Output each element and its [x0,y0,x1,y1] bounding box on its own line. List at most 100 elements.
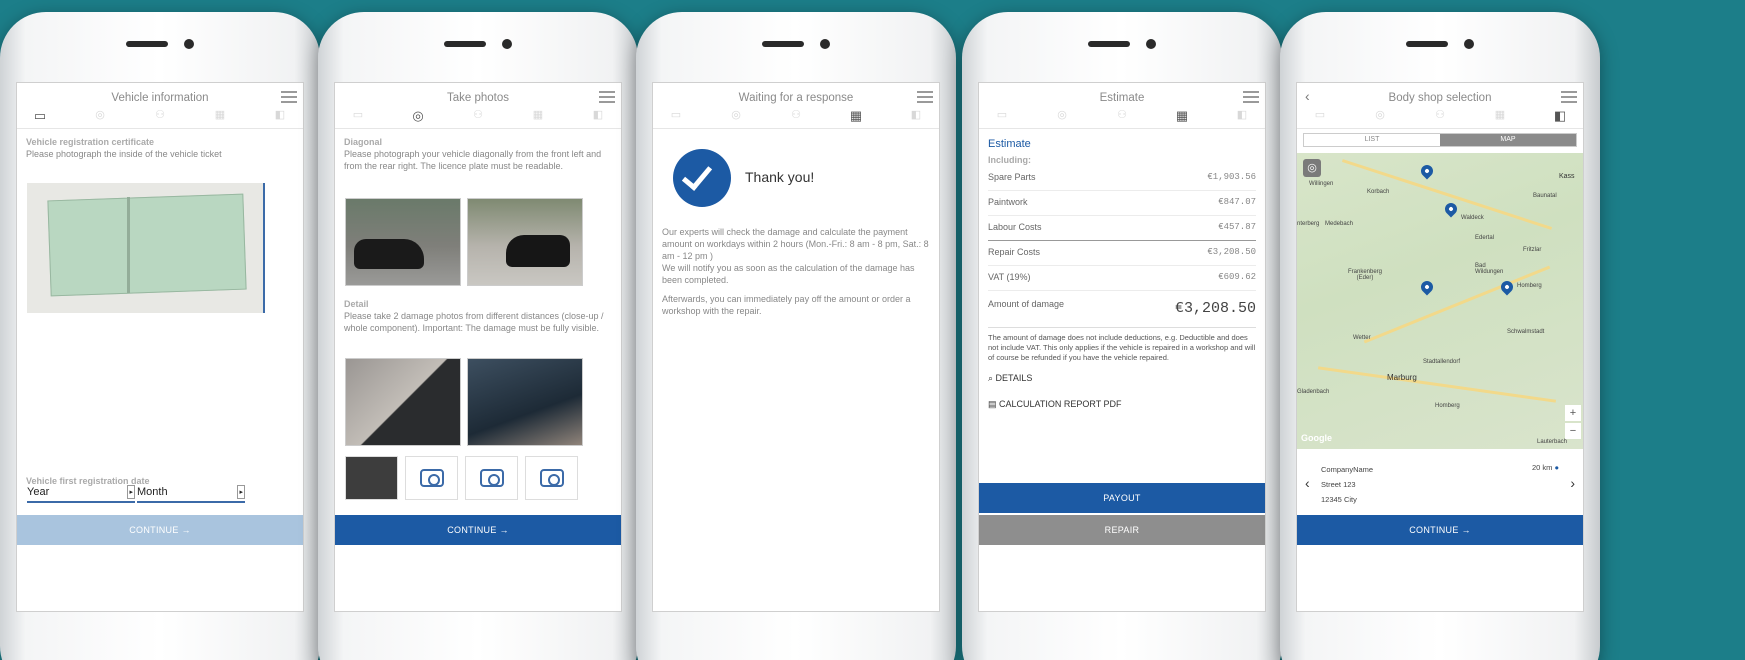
total-value: €3,208.50 [1174,299,1256,317]
diagonal-photo-rear[interactable] [467,198,583,286]
camera-step-icon[interactable]: ◎ [1367,108,1393,124]
menu-icon[interactable] [281,91,297,103]
add-photo-slot[interactable] [465,456,518,500]
company-name: CompanyName [1321,465,1374,474]
details-link[interactable]: ⌕ DETAILS [988,373,1256,385]
id-card-icon[interactable]: ▭ [1307,108,1333,124]
payout-button[interactable]: PAYOUT [979,483,1265,513]
user-step-icon[interactable]: ⚇ [1109,108,1135,124]
map-pin[interactable] [1418,162,1436,180]
estimate-row: Spare Parts €1,903.56 [988,166,1256,192]
step-indicator: ▭ ◎ ⚇ ▦ ◧ [1307,108,1573,124]
shop-step-icon[interactable]: ◧ [1547,108,1573,124]
calculator-step-icon[interactable]: ▦ [207,108,233,124]
camera-step-icon[interactable]: ◎ [405,108,431,124]
id-card-icon[interactable]: ▭ [27,108,53,124]
id-card-icon[interactable]: ▭ [989,108,1015,124]
map[interactable]: ◎ Willingen Korbach Kass Baunatal nterbe… [1297,153,1583,449]
total-label: Amount of damage [988,298,1065,309]
road [1317,366,1557,403]
registration-photo[interactable] [27,183,265,313]
phone-waiting: Waiting for a response ▭ ◎ ⚇ ▦ ◧ Thank you! … [636,12,956,660]
zoom-in-button[interactable]: + [1565,405,1581,421]
registration-document-image [47,193,247,297]
estimate-row-label: Spare Parts [988,172,1036,183]
continue-button[interactable]: CONTINUE → [17,515,303,545]
id-card-icon[interactable]: ▭ [345,108,371,124]
calculator-step-icon[interactable]: ▦ [1487,108,1513,124]
map-label: nterberg [1297,221,1320,227]
detail-photo-component[interactable] [467,358,583,446]
user-step-icon[interactable]: ⚇ [465,108,491,124]
tab-list[interactable]: LIST [1304,134,1440,146]
month-select[interactable]: Month ▸ [137,483,245,503]
calculator-step-icon[interactable]: ▦ [525,108,551,124]
repair-button[interactable]: REPAIR [979,515,1265,545]
front-camera [502,39,512,49]
user-step-icon[interactable]: ⚇ [147,108,173,124]
page-title: Estimate [1099,92,1145,104]
tab-map[interactable]: MAP [1440,134,1576,146]
continue-button[interactable]: CONTINUE → [1297,515,1583,545]
speaker [762,41,804,47]
phone-estimate: Estimate ▭ ◎ ⚇ ▦ ◧ Estimate Including: Spare… [962,12,1282,660]
previous-shop-arrow[interactable]: ‹ [1305,475,1310,491]
phone-body-shop: ‹ Body shop selection ▭ ◎ ⚇ ▦ ◧ LIST MAP ◎ W… [1280,12,1600,660]
add-photo-slot[interactable] [525,456,578,500]
header: ‹ Body shop selection ▭ ◎ ⚇ ▦ ◧ [1297,83,1583,129]
detail-photo-closeup[interactable] [345,358,461,446]
screen: Estimate ▭ ◎ ⚇ ▦ ◧ Estimate Including: Spare… [978,82,1266,612]
menu-icon[interactable] [1561,91,1577,103]
phone-vehicle-information: Vehicle information ▭ ◎ ⚇ ▦ ◧ Vehicle regist… [0,12,320,660]
details-label: DETAILS [995,372,1033,383]
menu-icon[interactable] [1243,91,1259,103]
waiting-text-1: Our experts will check the damage and ca… [662,227,929,261]
shop-step-icon[interactable]: ◧ [585,108,611,124]
locate-icon[interactable]: ◎ [1303,159,1321,177]
car-image [354,239,424,269]
distance: 20 km ● [1532,463,1559,472]
step-indicator: ▭ ◎ ⚇ ▦ ◧ [663,108,929,124]
google-logo: Google [1301,433,1332,443]
document-icon: ▤ [988,398,1000,409]
menu-icon[interactable] [599,91,615,103]
report-label: CALCULATION REPORT PDF [999,398,1122,409]
year-select[interactable]: Year ▸ [27,483,135,503]
shop-step-icon[interactable]: ◧ [267,108,293,124]
camera-step-icon[interactable]: ◎ [87,108,113,124]
header: Estimate ▭ ◎ ⚇ ▦ ◧ [979,83,1265,129]
map-pin[interactable] [1442,200,1460,218]
map-pin[interactable] [1418,278,1436,296]
page-title: Waiting for a response [738,92,854,104]
front-camera [1146,39,1156,49]
search-icon: ⌕ [988,372,996,383]
calculator-step-icon[interactable]: ▦ [843,108,869,124]
screen: Vehicle information ▭ ◎ ⚇ ▦ ◧ Vehicle regist… [16,82,304,612]
id-card-icon[interactable]: ▭ [663,108,689,124]
shop-card[interactable]: ‹ CompanyName Street 123 12345 City 20 k… [1297,453,1583,513]
map-label: Lauterbach [1537,439,1568,445]
report-link[interactable]: ▤ CALCULATION REPORT PDF [988,399,1256,411]
camera-step-icon[interactable]: ◎ [723,108,749,124]
user-step-icon[interactable]: ⚇ [783,108,809,124]
add-photo-slot[interactable] [405,456,458,500]
front-camera [820,39,830,49]
front-camera [1464,39,1474,49]
diagonal-photo-front[interactable] [345,198,461,286]
continue-button[interactable]: CONTINUE → [335,515,621,545]
zoom-out-button[interactable]: − [1565,423,1581,439]
estimate-row: VAT (19%) €609.62 [988,266,1256,291]
next-shop-arrow[interactable]: › [1570,475,1575,491]
user-step-icon[interactable]: ⚇ [1427,108,1453,124]
select-arrow-icon: ▸ [237,485,245,499]
map-label: Wetter [1353,335,1371,341]
menu-icon[interactable] [917,91,933,103]
shop-step-icon[interactable]: ◧ [903,108,929,124]
shop-step-icon[interactable]: ◧ [1229,108,1255,124]
estimate-heading: Estimate [988,138,1031,150]
company-city: 12345 City [1321,495,1357,504]
detail-thumbnail[interactable] [345,456,398,500]
calculator-step-icon[interactable]: ▦ [1169,108,1195,124]
camera-step-icon[interactable]: ◎ [1049,108,1075,124]
page-title: Take photos [446,92,509,104]
